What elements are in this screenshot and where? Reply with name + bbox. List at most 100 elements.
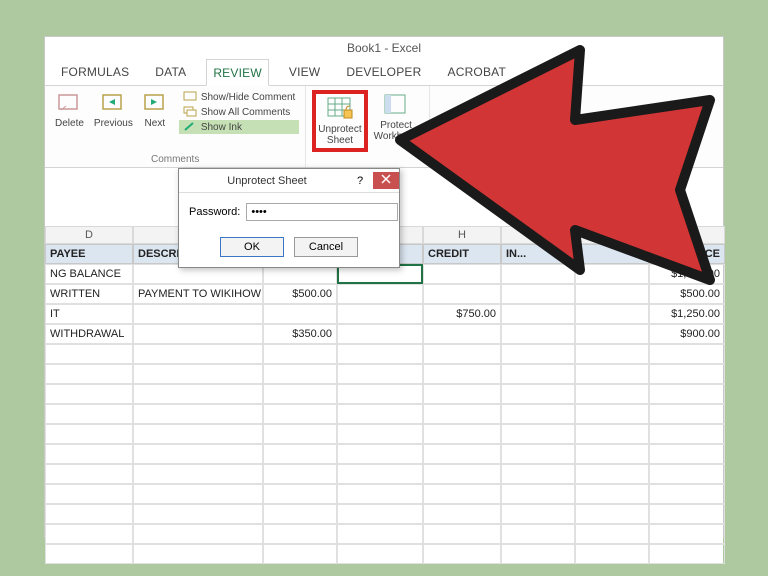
cell[interactable]	[337, 384, 423, 404]
cell[interactable]	[263, 304, 337, 324]
cell[interactable]	[337, 364, 423, 384]
cell[interactable]	[133, 304, 263, 324]
cell[interactable]	[501, 324, 575, 344]
tab-acrobat[interactable]: ACROBAT	[442, 59, 513, 85]
cell[interactable]	[337, 324, 423, 344]
cell[interactable]	[575, 324, 649, 344]
cell[interactable]	[649, 404, 725, 424]
cell[interactable]	[649, 464, 725, 484]
cell[interactable]: NG BALANCE	[45, 264, 133, 284]
cell[interactable]	[133, 384, 263, 404]
cell[interactable]	[501, 284, 575, 304]
cell[interactable]	[133, 524, 263, 544]
cell[interactable]	[501, 504, 575, 524]
cell[interactable]	[337, 304, 423, 324]
col-header[interactable]: H	[423, 226, 501, 244]
header-cell[interactable]: CREDIT	[423, 244, 501, 264]
cell[interactable]	[337, 544, 423, 564]
cell[interactable]	[337, 344, 423, 364]
tab-review[interactable]: REVIEW	[206, 59, 269, 86]
cell[interactable]	[501, 364, 575, 384]
cancel-button[interactable]: Cancel	[294, 237, 358, 257]
cell[interactable]	[133, 444, 263, 464]
cell[interactable]	[423, 404, 501, 424]
cell[interactable]	[133, 424, 263, 444]
cell[interactable]	[575, 364, 649, 384]
cell[interactable]	[45, 424, 133, 444]
cell[interactable]	[423, 324, 501, 344]
cell[interactable]	[337, 524, 423, 544]
cell[interactable]	[263, 404, 337, 424]
cell[interactable]	[423, 524, 501, 544]
cell[interactable]: $1,250.00	[649, 304, 725, 324]
cell[interactable]	[133, 464, 263, 484]
cell[interactable]	[337, 504, 423, 524]
tab-data[interactable]: DATA	[149, 59, 192, 85]
dialog-help-button[interactable]: ?	[347, 173, 373, 189]
cell[interactable]: $750.00	[423, 304, 501, 324]
show-ink-button[interactable]: Show Ink	[179, 120, 299, 134]
header-cell[interactable]: PAYEE	[45, 244, 133, 264]
cell[interactable]	[649, 344, 725, 364]
cell[interactable]: $500.00	[649, 284, 725, 304]
cell[interactable]	[575, 544, 649, 564]
cell[interactable]	[423, 284, 501, 304]
cell[interactable]	[649, 424, 725, 444]
tab-formulas[interactable]: FORMULAS	[55, 59, 135, 85]
cell[interactable]	[649, 384, 725, 404]
cell[interactable]	[423, 504, 501, 524]
cell[interactable]	[45, 404, 133, 424]
cell[interactable]	[575, 344, 649, 364]
cell[interactable]	[575, 524, 649, 544]
cell[interactable]	[649, 444, 725, 464]
cell[interactable]	[337, 284, 423, 304]
header-cell[interactable]	[575, 244, 649, 264]
cell[interactable]	[501, 424, 575, 444]
cell[interactable]	[501, 524, 575, 544]
unprotect-sheet-button[interactable]: Unprotect Sheet	[312, 90, 367, 152]
col-header[interactable]: D	[45, 226, 133, 244]
cell[interactable]	[263, 424, 337, 444]
cell[interactable]	[575, 424, 649, 444]
cell[interactable]	[45, 364, 133, 384]
cell[interactable]: IT	[45, 304, 133, 324]
header-cell[interactable]: BALANCE	[649, 244, 725, 264]
cell[interactable]	[423, 344, 501, 364]
cell[interactable]	[575, 384, 649, 404]
ok-button[interactable]: OK	[220, 237, 284, 257]
cell[interactable]	[423, 484, 501, 504]
cell[interactable]	[649, 524, 725, 544]
cell[interactable]	[423, 544, 501, 564]
cell[interactable]	[133, 344, 263, 364]
cell[interactable]	[575, 464, 649, 484]
cell[interactable]	[575, 404, 649, 424]
cell[interactable]	[423, 424, 501, 444]
cell[interactable]	[501, 404, 575, 424]
dialog-close-button[interactable]	[373, 172, 399, 189]
cell[interactable]	[45, 464, 133, 484]
cell[interactable]	[501, 384, 575, 404]
cell[interactable]	[45, 504, 133, 524]
cell[interactable]	[501, 304, 575, 324]
cell[interactable]	[263, 524, 337, 544]
cell[interactable]	[133, 324, 263, 344]
cell[interactable]	[263, 484, 337, 504]
cell[interactable]	[45, 544, 133, 564]
cell[interactable]	[501, 464, 575, 484]
cell[interactable]	[45, 344, 133, 364]
cell[interactable]	[501, 484, 575, 504]
next-comment-button[interactable]: Next	[139, 90, 171, 131]
cell[interactable]	[649, 364, 725, 384]
cell[interactable]: $350.00	[263, 324, 337, 344]
cell[interactable]	[263, 504, 337, 524]
cell[interactable]	[263, 464, 337, 484]
cell[interactable]: PAYMENT TO WIKIHOW	[133, 284, 263, 304]
cell[interactable]	[575, 444, 649, 464]
cell[interactable]	[337, 424, 423, 444]
cell[interactable]	[423, 384, 501, 404]
cell[interactable]	[133, 364, 263, 384]
cell[interactable]	[423, 464, 501, 484]
cell[interactable]	[649, 504, 725, 524]
col-header[interactable]: K	[649, 226, 725, 244]
cell[interactable]	[501, 544, 575, 564]
